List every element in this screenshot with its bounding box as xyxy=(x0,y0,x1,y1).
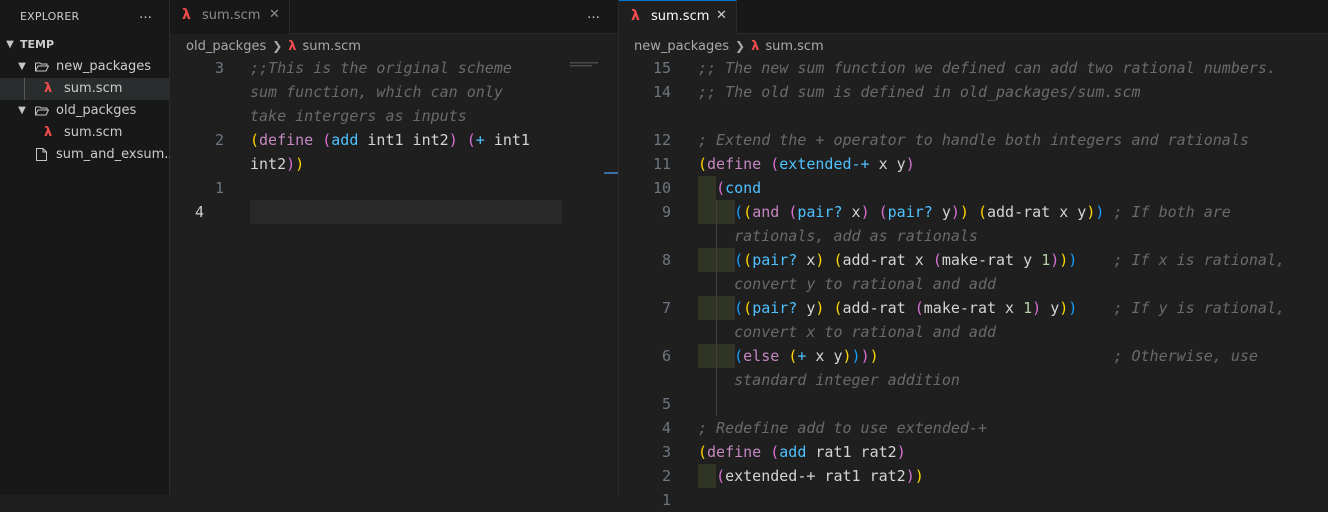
code-line[interactable]: take intergers as inputs xyxy=(250,104,467,128)
line-number: 1 xyxy=(214,179,224,197)
lambda-icon: λ xyxy=(44,81,53,96)
chevron-right-icon: ❯ xyxy=(272,39,283,53)
code-line[interactable]: standard integer addition xyxy=(698,368,960,392)
code-line[interactable]: rationals, add as rationals xyxy=(698,224,978,248)
code-line[interactable]: ;; The old sum is defined in old_package… xyxy=(698,80,1141,104)
line-number: 10 xyxy=(652,179,671,197)
line-number: 2 xyxy=(214,131,224,149)
explorer-sidebar: EXPLORER … ▼ TEMP ▼ new_packages λ sum.s… xyxy=(0,0,170,495)
code-line[interactable]: (define (extended-+ x y) xyxy=(698,152,915,176)
breadcrumb-folder[interactable]: old_packges xyxy=(186,39,266,54)
line-number: 3 xyxy=(214,59,224,77)
code-line[interactable]: sum function, which can only xyxy=(250,80,503,104)
editor-pane-right: λ sum.scm ✕ new_packages ❯ λ sum.scm 15 14 … xyxy=(619,0,1328,509)
explorer-header: EXPLORER … xyxy=(0,0,170,34)
minimap[interactable] xyxy=(570,58,600,67)
code-line[interactable]: (define (add rat1 rat2) xyxy=(698,440,906,464)
lambda-icon: λ xyxy=(631,8,640,24)
tab-label: sum.scm xyxy=(202,8,261,23)
close-icon[interactable]: ✕ xyxy=(716,8,727,23)
lambda-icon: λ xyxy=(288,39,297,54)
tree-root-label: TEMP xyxy=(20,38,55,51)
tab-sum-scm[interactable]: λ sum.scm ✕ xyxy=(170,0,290,34)
lambda-icon: λ xyxy=(44,125,53,140)
line-number-current: 4 xyxy=(194,203,204,221)
tree-file-label: sum.scm xyxy=(64,81,123,96)
close-icon[interactable]: ✕ xyxy=(269,7,280,22)
tree-file-old-sum[interactable]: λ sum.scm xyxy=(0,122,170,144)
code-line[interactable]: ((pair? y) (add-rat (make-rat x 1) y)) ;… xyxy=(698,296,1285,320)
code-line[interactable]: ;; The new sum function we defined can a… xyxy=(698,56,1276,80)
breadcrumb-folder[interactable]: new_packages xyxy=(634,39,729,54)
tree-root-temp[interactable]: ▼ TEMP xyxy=(0,34,170,56)
line-number: 8 xyxy=(661,251,671,269)
tree-folder-label: new_packages xyxy=(56,59,152,74)
more-actions-icon[interactable]: … xyxy=(139,7,152,22)
explorer-title: EXPLORER xyxy=(20,10,80,23)
code-line[interactable]: ((and (pair? x) (pair? y)) (add-rat x y)… xyxy=(698,200,1231,224)
code-line[interactable]: (define (add int1 int2) (+ int1 xyxy=(250,128,530,152)
tree-folder-new-packages[interactable]: ▼ new_packages xyxy=(0,56,170,78)
tree-folder-label: old_packges xyxy=(56,103,137,118)
breadcrumb: new_packages ❯ λ sum.scm xyxy=(634,36,824,56)
line-number: 11 xyxy=(652,155,671,173)
more-actions-icon[interactable]: … xyxy=(587,7,600,22)
chevron-down-icon: ▼ xyxy=(18,61,26,72)
line-number: 9 xyxy=(661,203,671,221)
breadcrumb-file[interactable]: sum.scm xyxy=(765,39,823,54)
code-line[interactable]: int2)) xyxy=(250,152,304,176)
line-number: 6 xyxy=(661,347,671,365)
breadcrumb-file[interactable]: sum.scm xyxy=(303,39,361,54)
scrollbar-marker xyxy=(604,172,618,174)
code-line[interactable]: (extended-+ rat1 rat2)) xyxy=(698,464,924,488)
folder-open-icon xyxy=(35,106,49,116)
line-number: 7 xyxy=(661,299,671,317)
line-number: 2 xyxy=(661,467,671,485)
line-number: 4 xyxy=(661,419,671,437)
tree-folder-old-packges[interactable]: ▼ old_packges xyxy=(0,100,170,122)
tree-file-label: sum.scm xyxy=(64,125,123,140)
tree-file-label: sum_and_exsum... xyxy=(56,147,170,162)
code-line[interactable]: (else (+ x y)))) ; Otherwise, use xyxy=(698,344,1258,368)
chevron-right-icon: ❯ xyxy=(735,39,746,53)
code-line[interactable]: ((pair? x) (add-rat x (make-rat y 1))) ;… xyxy=(698,248,1285,272)
tree-file-new-sum[interactable]: λ sum.scm xyxy=(0,78,170,100)
line-number: 12 xyxy=(652,131,671,149)
tree-file-sum-and-exsum[interactable]: sum_and_exsum... xyxy=(0,144,170,166)
folder-open-icon xyxy=(35,62,49,72)
line-number: 5 xyxy=(661,395,671,413)
indent-guide xyxy=(24,78,25,100)
code-line[interactable]: ; Extend the + operator to handle both i… xyxy=(698,128,1249,152)
breadcrumb: old_packges ❯ λ sum.scm xyxy=(186,36,361,56)
tab-label: sum.scm xyxy=(651,9,710,24)
editor-pane-left: λ sum.scm ✕ … old_packges ❯ λ sum.scm 3 2 1… xyxy=(170,0,619,495)
tab-bar: λ sum.scm ✕ … xyxy=(170,0,618,34)
chevron-down-icon: ▼ xyxy=(18,105,26,116)
line-number: 1 xyxy=(661,491,671,509)
code-line[interactable]: (cond xyxy=(698,176,761,200)
current-line-highlight xyxy=(250,200,562,224)
line-number: 15 xyxy=(652,59,671,77)
line-number: 3 xyxy=(661,443,671,461)
file-icon xyxy=(36,148,47,161)
lambda-icon: λ xyxy=(182,7,191,23)
code-line[interactable]: ; Redefine add to use extended-+ xyxy=(698,416,987,440)
code-line[interactable]: ;;This is the original scheme xyxy=(250,56,512,80)
chevron-down-icon: ▼ xyxy=(6,39,14,50)
tab-bar: λ sum.scm ✕ xyxy=(619,0,1328,34)
tab-sum-scm-active[interactable]: λ sum.scm ✕ xyxy=(619,0,737,34)
line-number: 14 xyxy=(652,83,671,101)
code-line[interactable]: convert y to rational and add xyxy=(698,272,996,296)
code-line[interactable]: convert x to rational and add xyxy=(698,320,996,344)
lambda-icon: λ xyxy=(751,39,760,54)
